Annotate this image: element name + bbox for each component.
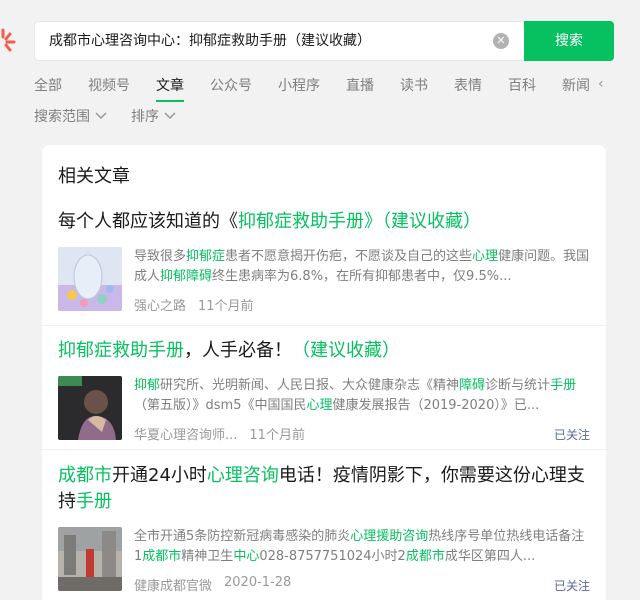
- article-date: 11个月前: [198, 299, 254, 314]
- title-segment: 》（建议收藏）: [364, 211, 481, 232]
- followed-label[interactable]: 已关注: [554, 577, 590, 594]
- snippet-segment: 抑郁症: [186, 249, 226, 264]
- snippet-segment: 诊断与统计: [485, 378, 551, 393]
- tab-0[interactable]: 全部: [34, 76, 62, 102]
- section-title: 相关文章: [58, 166, 130, 187]
- tab-1[interactable]: 视频号: [88, 76, 130, 102]
- followed-label[interactable]: 已关注: [554, 426, 590, 443]
- article-title[interactable]: 抑郁症救助手册，人手必备！（建议收藏）: [58, 338, 590, 364]
- chevron-down-icon: [164, 112, 176, 120]
- snippet-segment: 心理: [472, 249, 499, 264]
- divider: [42, 325, 606, 326]
- title-segment: 心理咨询: [206, 465, 279, 486]
- snippet-segment: 成都市: [405, 549, 445, 564]
- tab-6[interactable]: 读书: [400, 76, 428, 102]
- snippet-segment: 中心: [233, 549, 260, 564]
- tab-3[interactable]: 公众号: [210, 76, 252, 102]
- snippet-segment: 手册: [550, 378, 577, 393]
- article-item[interactable]: 抑郁症救助手册，人手必备！（建议收藏） 抑郁研究所、光明新闻、人民日报、大众健康…: [58, 338, 590, 443]
- title-segment: 每个人都应该知道的《: [58, 211, 238, 232]
- article-source[interactable]: 华夏心理咨询师...: [134, 424, 237, 443]
- snippet-segment: 028-8757751024小时2: [259, 549, 406, 564]
- article-title[interactable]: 成都市开通24小时心理咨询电话！疫情阴影下，你需要这份心理支持手册: [58, 463, 590, 515]
- search-box[interactable]: ✕: [34, 21, 524, 61]
- article-snippet: 全市开通5条防控新冠病毒感染的肺炎心理援助咨询热线序号单位热线电话备注1成都市精…: [134, 527, 590, 567]
- tab-2[interactable]: 文章: [156, 76, 184, 102]
- article-snippet: 导致很多抑郁症患者不愿意揭开伤疤，不愿谈及自己的这些心理健康问题。我国成人抑郁障…: [134, 247, 590, 287]
- snippet-segment: 研究所、光明新闻、人民日报、大众健康杂志《精神: [160, 378, 460, 393]
- snippet-segment: 导致很多: [134, 249, 187, 264]
- search-range-label: 搜索范围: [34, 109, 90, 125]
- snippet-segment: 全市开通5条防控新冠病毒感染的肺炎: [134, 529, 351, 544]
- article-source[interactable]: 健康成都官微: [134, 575, 212, 594]
- results-card: 相关文章 每个人都应该知道的《抑郁症救助手册》（建议收藏） 导致很多抑郁症患者不…: [42, 145, 606, 600]
- article-thumbnail[interactable]: [58, 527, 122, 591]
- snippet-segment: 终生患病率为6.8%，在所有抑郁患者中，仅9.5%...: [212, 269, 512, 284]
- tab-8[interactable]: 百科: [508, 76, 536, 102]
- wechat-search-logo-icon: [1, 28, 16, 52]
- snippet-segment: 精神卫生: [181, 549, 234, 564]
- snippet-segment: （第五版）》dsm5《中国国民: [134, 398, 307, 413]
- article-thumbnail[interactable]: [58, 247, 122, 311]
- search-range-filter[interactable]: 搜索范围: [34, 106, 107, 126]
- search-button[interactable]: 搜索: [524, 21, 614, 61]
- tab-9[interactable]: 新闻: [562, 76, 590, 102]
- title-segment: 开通24小时: [112, 465, 207, 486]
- snippet-segment: 抑郁: [134, 378, 161, 393]
- tab-7[interactable]: 表情: [454, 76, 482, 102]
- category-tabs: 全部 视频号 文章 公众号 小程序 直播 读书 表情 百科 新闻: [34, 76, 616, 102]
- article-source[interactable]: 强心之路: [134, 295, 186, 314]
- snippet-segment: 心理: [306, 398, 333, 413]
- snippet-segment: 成华区第四人...: [444, 549, 536, 564]
- article-item[interactable]: 成都市开通24小时心理咨询电话！疫情阴影下，你需要这份心理支持手册 全市开通5条…: [58, 463, 590, 594]
- article-snippet: 抑郁研究所、光明新闻、人民日报、大众健康杂志《精神障碍诊断与统计手册 （第五版）》…: [134, 376, 590, 416]
- snippet-segment: 抑郁障碍: [160, 269, 213, 284]
- close-circle-icon[interactable]: ✕: [493, 33, 509, 49]
- search-input[interactable]: [49, 22, 479, 60]
- tab-5[interactable]: 直播: [346, 76, 374, 102]
- title-segment: 成都市: [58, 465, 112, 486]
- title-segment: （建议收藏）: [292, 340, 400, 361]
- snippet-segment: 障碍: [459, 378, 486, 393]
- article-date: 11个月前: [249, 428, 305, 443]
- article-title[interactable]: 每个人都应该知道的《抑郁症救助手册》（建议收藏）: [58, 209, 590, 235]
- filter-bar: 搜索范围 排序: [34, 106, 200, 126]
- title-segment: 抑郁症救助手册: [238, 211, 364, 232]
- tab-4[interactable]: 小程序: [278, 76, 320, 102]
- article-item[interactable]: 每个人都应该知道的《抑郁症救助手册》（建议收藏） 导致很多抑郁症患者不愿意揭开伤…: [58, 209, 590, 314]
- snippet-segment: 健康发展报告（2019-2020）》已...: [332, 398, 540, 413]
- title-segment: ，人手必备！: [184, 340, 292, 361]
- snippet-segment: 心理援助咨询: [350, 529, 429, 544]
- divider: [42, 449, 606, 450]
- snippet-segment: 成都市: [142, 549, 182, 564]
- sort-label: 排序: [131, 109, 159, 125]
- title-segment: 手册: [76, 491, 112, 512]
- article-thumbnail[interactable]: [58, 376, 122, 440]
- chevron-left-icon[interactable]: ‹: [598, 76, 604, 92]
- title-segment: 抑郁症救助手册: [58, 340, 184, 361]
- chevron-down-icon: [95, 112, 107, 120]
- article-date: 2020-1-28: [224, 575, 292, 590]
- sort-filter[interactable]: 排序: [131, 106, 176, 126]
- snippet-segment: 患者不愿意揭开伤疤，不愿谈及自己的这些: [225, 249, 473, 264]
